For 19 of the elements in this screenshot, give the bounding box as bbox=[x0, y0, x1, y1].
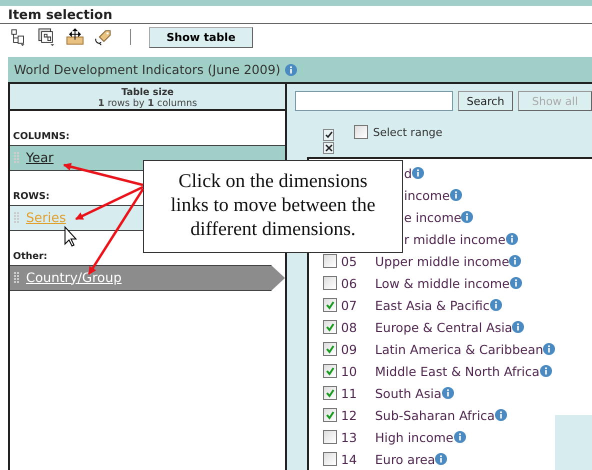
database-title: World Development Indicators (June 2009) bbox=[14, 62, 280, 77]
section-label: Other: bbox=[13, 251, 48, 262]
callout-tooltip: Click on the dimensions links to move between the different dimensions. bbox=[143, 160, 403, 253]
select-range-label: Select range bbox=[373, 126, 442, 139]
item-code: 09 bbox=[340, 342, 358, 356]
item-code: 12 bbox=[340, 408, 358, 422]
section-label: COLUMNS: bbox=[13, 131, 70, 142]
page-title: Item selection bbox=[0, 6, 592, 24]
table-size-title: Table size bbox=[120, 87, 175, 98]
section-label: ROWS: bbox=[13, 191, 50, 202]
table-size-text: 1 rows by 1 columns bbox=[96, 98, 198, 109]
item-code: 07 bbox=[340, 298, 358, 312]
item-code: 13 bbox=[340, 430, 358, 444]
item-code: 10 bbox=[340, 364, 358, 378]
item-code: 11 bbox=[340, 386, 358, 400]
item-code: 14 bbox=[340, 452, 358, 466]
item-code: 05 bbox=[340, 254, 358, 268]
item-code: 06 bbox=[340, 276, 358, 290]
item-code: 08 bbox=[340, 320, 358, 334]
